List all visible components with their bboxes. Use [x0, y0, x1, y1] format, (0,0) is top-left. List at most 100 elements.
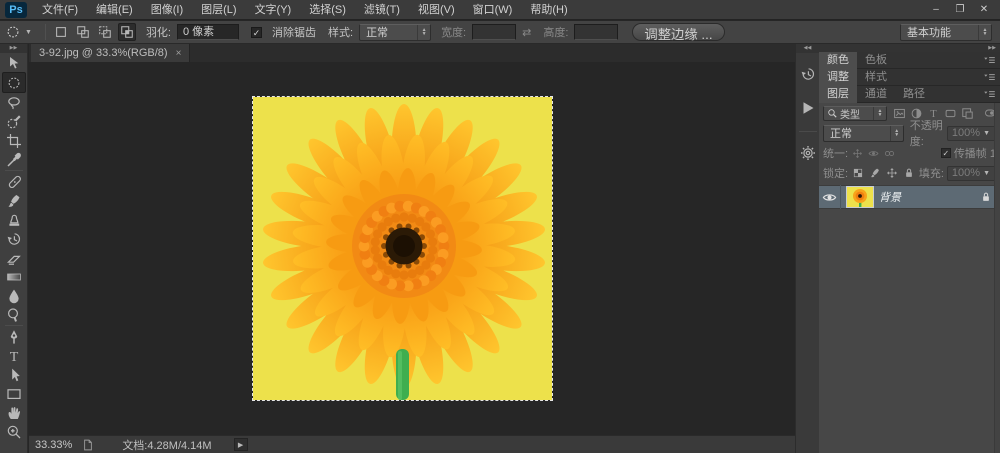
propagate-frame-label: 传播帧 1	[954, 145, 996, 161]
properties-panel-button[interactable]	[797, 140, 819, 166]
close-button[interactable]: ✕	[974, 3, 994, 17]
panel-menu-icon[interactable]	[983, 54, 996, 67]
fill-field[interactable]: 100% ▼	[947, 166, 996, 181]
propagate-frame-checkbox[interactable]: ✓	[941, 148, 951, 158]
play-panel-button[interactable]	[797, 95, 819, 121]
pen-tool[interactable]	[2, 327, 26, 346]
tab-color[interactable]: 颜色	[819, 52, 857, 69]
panel-menu-icon[interactable]	[983, 71, 996, 84]
tab-swatches[interactable]: 色板	[857, 52, 895, 69]
tab-paths[interactable]: 路径	[895, 86, 933, 103]
unify-visibility-icon[interactable]	[868, 148, 879, 159]
status-bar: 33.33% 文档:4.28M/4.14M ▶	[29, 435, 795, 453]
zoom-level-field[interactable]: 33.33%	[35, 439, 72, 451]
status-flyout-button[interactable]: ▶	[234, 438, 248, 451]
menu-view[interactable]: 视图(V)	[409, 0, 464, 20]
canvas-area[interactable]	[29, 62, 795, 435]
intersect-selection-button[interactable]	[118, 23, 136, 41]
menu-type[interactable]: 文字(Y)	[246, 0, 301, 20]
type-tool[interactable]: T	[2, 346, 26, 365]
tab-layers[interactable]: 图层	[819, 86, 857, 103]
menu-layer[interactable]: 图层(L)	[192, 0, 245, 20]
panel-scrollbar[interactable]	[994, 103, 1000, 453]
hand-tool[interactable]	[2, 403, 26, 422]
gradient-icon	[6, 269, 22, 285]
window-controls: – ❐ ✕	[926, 3, 994, 17]
expand-dock-icon[interactable]: ◀◀	[796, 44, 819, 53]
restore-button[interactable]: ❐	[950, 3, 970, 17]
refine-edge-button[interactable]: 调整边缘 ...	[632, 23, 724, 41]
menu-help[interactable]: 帮助(H)	[521, 0, 576, 20]
elliptical-marquee-tool[interactable]	[2, 72, 26, 93]
eyedropper-tool[interactable]	[2, 150, 26, 169]
menu-file[interactable]: 文件(F)	[33, 0, 87, 20]
tab-channels[interactable]: 通道	[857, 86, 895, 103]
document-tab[interactable]: 3-92.jpg @ 33.3%(RGB/8) ×	[31, 44, 190, 62]
filter-shape-layers-icon[interactable]	[944, 107, 957, 120]
blend-mode-dropdown[interactable]: 正常 ▲▼	[823, 125, 904, 142]
style-dropdown[interactable]: 正常 ▲▼	[359, 24, 431, 41]
chevron-down-icon: ▼	[983, 170, 990, 177]
lock-pixels-icon[interactable]	[869, 167, 881, 179]
type-icon: T	[6, 348, 22, 364]
menu-window[interactable]: 窗口(W)	[464, 0, 522, 20]
eraser-tool[interactable]	[2, 248, 26, 267]
document-image[interactable]	[253, 97, 552, 400]
rectangle-tool[interactable]	[2, 384, 26, 403]
lock-position-icon[interactable]	[886, 167, 898, 179]
brush-tool[interactable]	[2, 191, 26, 210]
antialias-checkbox[interactable]: ✓	[251, 27, 262, 38]
tab-styles[interactable]: 样式	[857, 69, 895, 86]
dodge-tool[interactable]	[2, 305, 26, 324]
minimize-button[interactable]: –	[926, 3, 946, 17]
history-brush-tool[interactable]	[2, 229, 26, 248]
eyedropper-icon	[6, 152, 22, 168]
quick-selection-tool[interactable]	[2, 112, 26, 131]
style-value: 正常	[366, 24, 417, 40]
blur-tool[interactable]	[2, 286, 26, 305]
current-tool-dropdown[interactable]: ▼	[0, 25, 39, 39]
gradient-tool[interactable]	[2, 267, 26, 286]
lasso-tool[interactable]	[2, 93, 26, 112]
panel-menu-icon[interactable]	[983, 88, 996, 101]
history-panel-button[interactable]	[797, 61, 819, 87]
collapse-tools-icon[interactable]: ▶▶	[0, 44, 27, 53]
healing-brush-icon	[6, 174, 22, 190]
filter-pixel-layers-icon[interactable]	[893, 107, 906, 120]
subtract-selection-button[interactable]	[96, 23, 114, 41]
layer-lock-icon	[980, 191, 992, 203]
crop-tool[interactable]	[2, 131, 26, 150]
close-tab-icon[interactable]: ×	[176, 48, 182, 59]
panel-column: ▶▶ 颜色 色板 调整 样式 图层 通道 路径 类型 ▲▼	[819, 44, 1000, 453]
opacity-field[interactable]: 100% ▼	[947, 126, 996, 141]
path-selection-tool[interactable]	[2, 365, 26, 384]
new-selection-button[interactable]	[52, 23, 70, 41]
play-panel-icon	[800, 100, 816, 116]
swap-dimensions-icon[interactable]: ⇄	[522, 26, 531, 39]
width-input[interactable]	[472, 24, 516, 40]
layer-filter-dropdown[interactable]: 类型 ▲▼	[823, 106, 887, 121]
feather-input[interactable]: 0 像素	[177, 24, 239, 40]
unify-style-icon[interactable]	[884, 148, 895, 159]
tab-adjustments[interactable]: 调整	[819, 69, 857, 86]
clone-stamp-tool[interactable]	[2, 210, 26, 229]
menu-select[interactable]: 选择(S)	[300, 0, 355, 20]
lock-transparency-icon[interactable]	[852, 167, 864, 179]
blend-mode-row: 正常 ▲▼ 不透明度: 100% ▼	[819, 123, 1000, 143]
menu-edit[interactable]: 编辑(E)	[87, 0, 142, 20]
spot-healing-brush-tool[interactable]	[2, 172, 26, 191]
filter-smart-objects-icon[interactable]	[961, 107, 974, 120]
height-input[interactable]	[574, 24, 618, 40]
workspace-dropdown[interactable]: 基本功能 ▲▼	[900, 24, 992, 41]
lock-all-icon[interactable]	[903, 167, 915, 179]
zoom-icon	[6, 424, 22, 440]
menu-filter[interactable]: 滤镜(T)	[355, 0, 409, 20]
history-panel-icon	[800, 66, 816, 82]
move-tool[interactable]	[2, 53, 26, 72]
layer-visibility-toggle[interactable]	[819, 185, 841, 209]
menu-image[interactable]: 图像(I)	[142, 0, 192, 20]
add-selection-button[interactable]	[74, 23, 92, 41]
zoom-tool[interactable]	[2, 422, 26, 441]
unify-position-icon[interactable]	[852, 148, 863, 159]
layer-row-background[interactable]: 背景	[819, 185, 1000, 209]
